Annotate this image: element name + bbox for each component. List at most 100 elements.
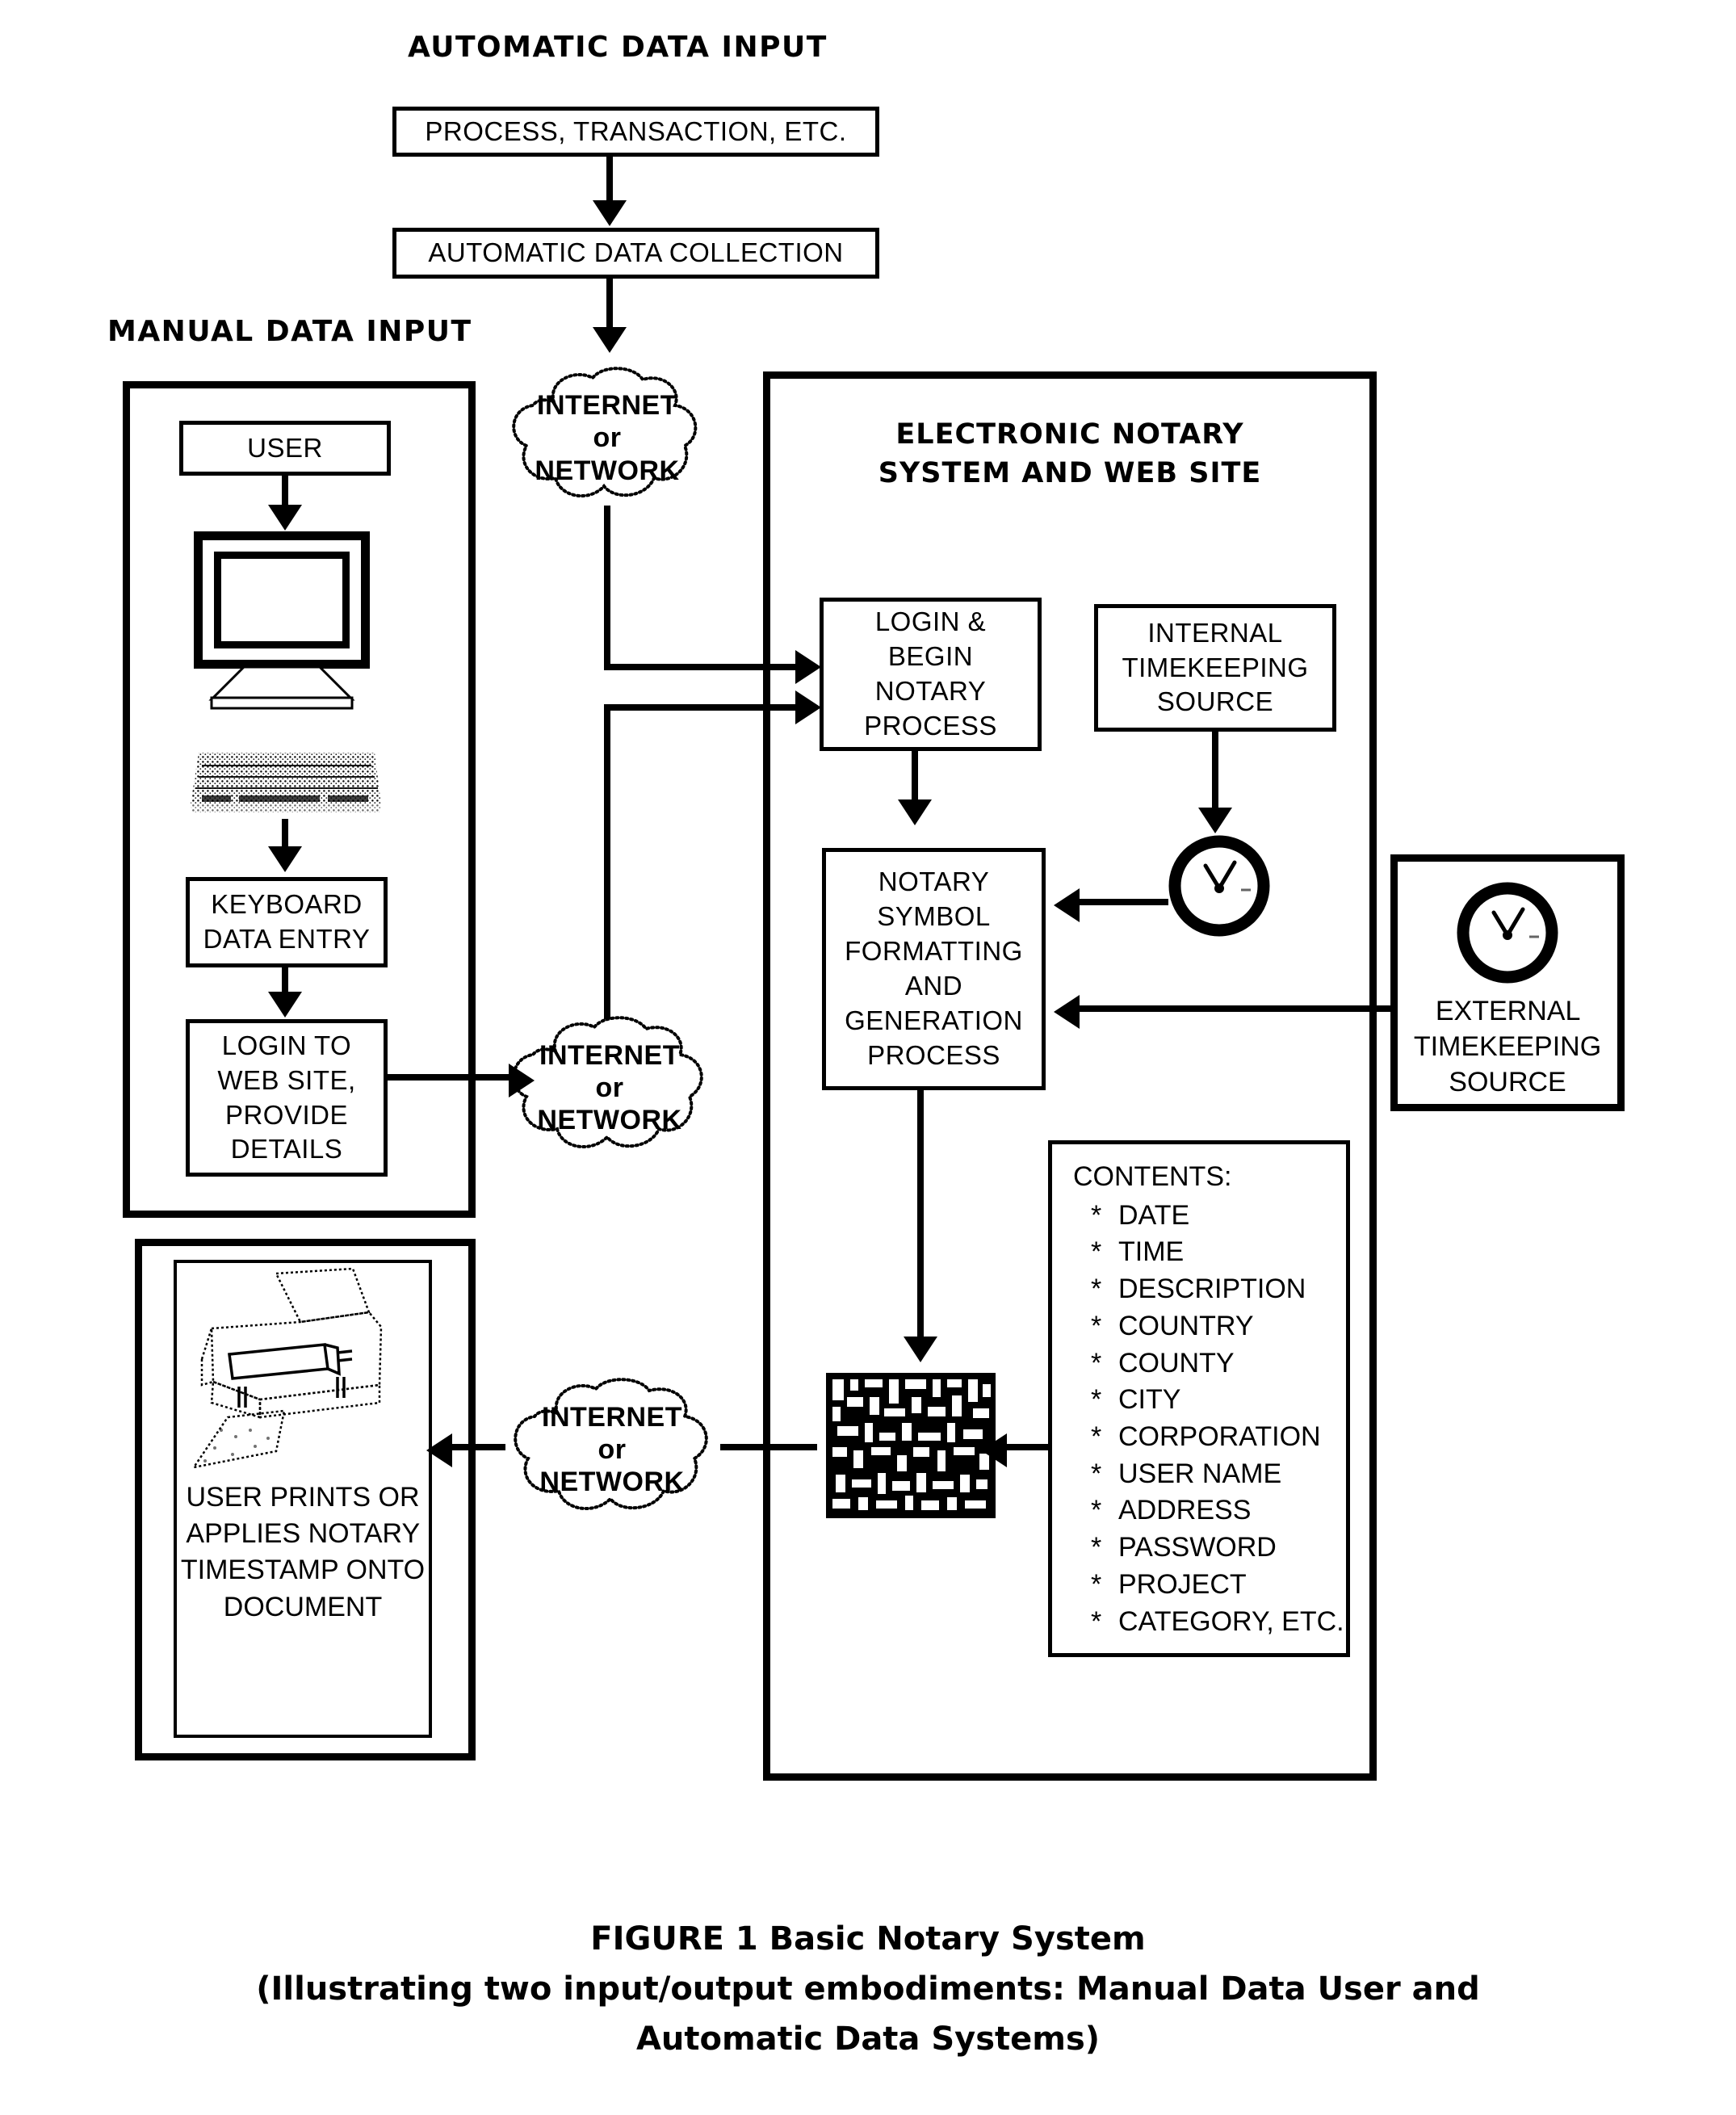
ens-heading-line-2: NOTARY	[1111, 418, 1244, 451]
contents-item: * DATE	[1091, 1198, 1346, 1235]
contents-list: * DATE * TIME * DESCRIPTION * COUNTRY * COUNT…	[1073, 1198, 1346, 1641]
monitor-base	[208, 667, 355, 710]
bullet-asterisk: *	[1091, 1458, 1102, 1489]
cloud-internet-top: INTERNET or NETWORK	[494, 363, 720, 513]
contents-item-label: TIME	[1118, 1236, 1185, 1268]
arrow-head-left-notary-external	[1054, 995, 1080, 1029]
notary-symbol-line-6: PROCESS	[867, 1039, 1000, 1070]
user-prints-line-6: DOCUMENT	[223, 1591, 383, 1622]
bullet-asterisk: *	[1091, 1199, 1102, 1231]
contents-item-label: CITY	[1118, 1384, 1181, 1416]
arrow-head-down-monitor	[268, 505, 302, 531]
arrow-head-down-login	[268, 992, 302, 1018]
clock-icon-external	[1457, 882, 1558, 984]
notary-symbol-line-3: FORMATTING	[845, 936, 1023, 967]
internal-tk-line-2: TIMEKEEPING	[1122, 652, 1309, 682]
contents-item: * CATEGORY, ETC.	[1091, 1604, 1346, 1641]
notary-symbol-line-4: AND	[904, 971, 963, 1001]
contents-item-label: COUNTY	[1118, 1347, 1235, 1379]
bullet-asterisk: *	[1091, 1421, 1102, 1453]
connector-external-tk-to-notary	[1080, 1005, 1394, 1012]
connector-midcloud-up	[604, 704, 610, 1019]
contents-item: * ADDRESS	[1091, 1492, 1346, 1530]
external-tk-line-2: TIMEKEEPING	[1413, 1031, 1602, 1063]
figure-canvas: AUTOMATIC DATA INPUT PROCESS, TRANSACTIO…	[0, 0, 1736, 2115]
automatic-data-input-heading: AUTOMATIC DATA INPUT	[408, 31, 828, 64]
user-prints-line-4: TIMESTAMP	[180, 1555, 339, 1586]
contents-item-label: DESCRIPTION	[1118, 1274, 1306, 1305]
caption-line-3: Automatic Data Systems)	[635, 2021, 1101, 2058]
caption-line-2: (Illustrating two input/output embodimen…	[256, 1970, 1480, 2008]
connector-bottomcloud-to-printer	[452, 1444, 505, 1450]
notary-symbol-line-1: NOTARY	[878, 867, 990, 897]
notary-symbol-line-5: GENERATION	[845, 1005, 1023, 1035]
bullet-asterisk: *	[1091, 1384, 1102, 1416]
contents-item: * CITY	[1091, 1382, 1346, 1419]
login-web-site-line-1: LOGIN TO	[221, 1030, 352, 1060]
cloud-middle-label: INTERNET or NETWORK	[493, 1011, 727, 1165]
user-prints-line-1: USER PRINTS	[186, 1482, 371, 1513]
internal-tk-line-3: SOURCE	[1156, 686, 1274, 717]
login-begin-notary-process-box: LOGIN & BEGIN NOTARY PROCESS	[820, 598, 1042, 751]
arrow-head-down-internal-clock	[1198, 808, 1232, 833]
external-tk-line-3: SOURCE	[1449, 1067, 1566, 1098]
contents-item: * TIME	[1091, 1234, 1346, 1271]
bullet-asterisk: *	[1091, 1236, 1102, 1268]
contents-header: CONTENTS:	[1073, 1161, 1232, 1192]
clock-icon-internal	[1168, 835, 1270, 937]
contents-item: * DESCRIPTION	[1091, 1271, 1346, 1308]
contents-item-label: COUNTRY	[1118, 1310, 1254, 1341]
arrow-head-down-collection	[593, 200, 627, 226]
login-web-site-line-4: DETAILS	[230, 1134, 343, 1165]
user-box: USER	[179, 421, 391, 476]
arrow-head-down-entry	[268, 846, 302, 872]
login-to-web-site-box: LOGIN TO WEB SITE, PROVIDE DETAILS	[186, 1019, 388, 1177]
notary-symbol-process-box: NOTARY SYMBOL FORMATTING AND GENERATION …	[822, 848, 1046, 1090]
user-prints-line-5: ONTO	[346, 1555, 426, 1586]
cloud-bottom-line-1: INTERNET	[542, 1401, 682, 1433]
external-tk-line-1: EXTERNAL	[1435, 996, 1580, 1026]
internal-tk-line-1: INTERNAL	[1147, 617, 1283, 648]
keyboard-data-entry-box: KEYBOARD DATA ENTRY	[186, 877, 388, 967]
bullet-asterisk: *	[1091, 1495, 1102, 1526]
automatic-data-collection-box: AUTOMATIC DATA COLLECTION	[392, 228, 879, 279]
connector-topcloud-down	[604, 506, 610, 670]
keyboard-data-entry-line-1: KEYBOARD	[211, 889, 363, 920]
login-begin-line-4: PROCESS	[864, 710, 997, 741]
login-web-site-line-3: PROVIDE	[224, 1099, 349, 1130]
connector-process-to-collection	[606, 157, 613, 207]
cloud-top-line-1: INTERNET	[537, 390, 677, 422]
cloud-top-line-3: NETWORK	[535, 455, 680, 486]
ens-heading-line-4: WEB SITE	[1103, 457, 1262, 490]
bullet-asterisk: *	[1091, 1532, 1102, 1563]
contents-item: * USER NAME	[1091, 1456, 1346, 1493]
user-prints-label: USER PRINTS OR APPLIES NOTARY TIMESTAMP …	[179, 1479, 426, 1626]
arrow-head-down-top-cloud	[593, 327, 627, 353]
contents-item-label: PASSWORD	[1118, 1532, 1277, 1563]
manual-data-input-heading: MANUAL DATA INPUT	[107, 315, 472, 348]
user-label: USER	[247, 432, 323, 463]
ens-heading-line-3: SYSTEM AND	[878, 457, 1093, 490]
keyboard-icon	[191, 753, 381, 812]
automatic-data-collection-label: AUTOMATIC DATA COLLECTION	[428, 237, 844, 268]
contents-item-label: CORPORATION	[1118, 1421, 1321, 1453]
contents-item-label: CATEGORY, ETC.	[1118, 1605, 1344, 1637]
login-begin-line-3: NOTARY	[874, 676, 987, 706]
login-web-site-line-2: WEB SITE,	[217, 1064, 356, 1095]
arrow-head-down-barcode	[904, 1337, 937, 1362]
contents-item-label: DATE	[1118, 1199, 1190, 1231]
contents-item-label: PROJECT	[1118, 1568, 1247, 1600]
bullet-asterisk: *	[1091, 1310, 1102, 1341]
bullet-asterisk: *	[1091, 1568, 1102, 1600]
cloud-bottom-line-3: NETWORK	[539, 1467, 685, 1498]
contents-item: * PROJECT	[1091, 1567, 1346, 1604]
contents-item-label: ADDRESS	[1118, 1495, 1252, 1526]
2d-barcode-glyph	[826, 1373, 996, 1518]
contents-item: * COUNTY	[1091, 1345, 1346, 1383]
arrow-head-down-notarysymbol	[898, 799, 932, 825]
caption-line-1: FIGURE 1 Basic Notary System	[590, 1920, 1146, 1958]
contents-item-label: USER NAME	[1118, 1458, 1282, 1489]
arrow-head-left-printer	[426, 1433, 452, 1467]
cloud-bottom-line-2: or	[598, 1433, 627, 1465]
keyboard-data-entry-line-2: DATA ENTRY	[203, 924, 371, 954]
